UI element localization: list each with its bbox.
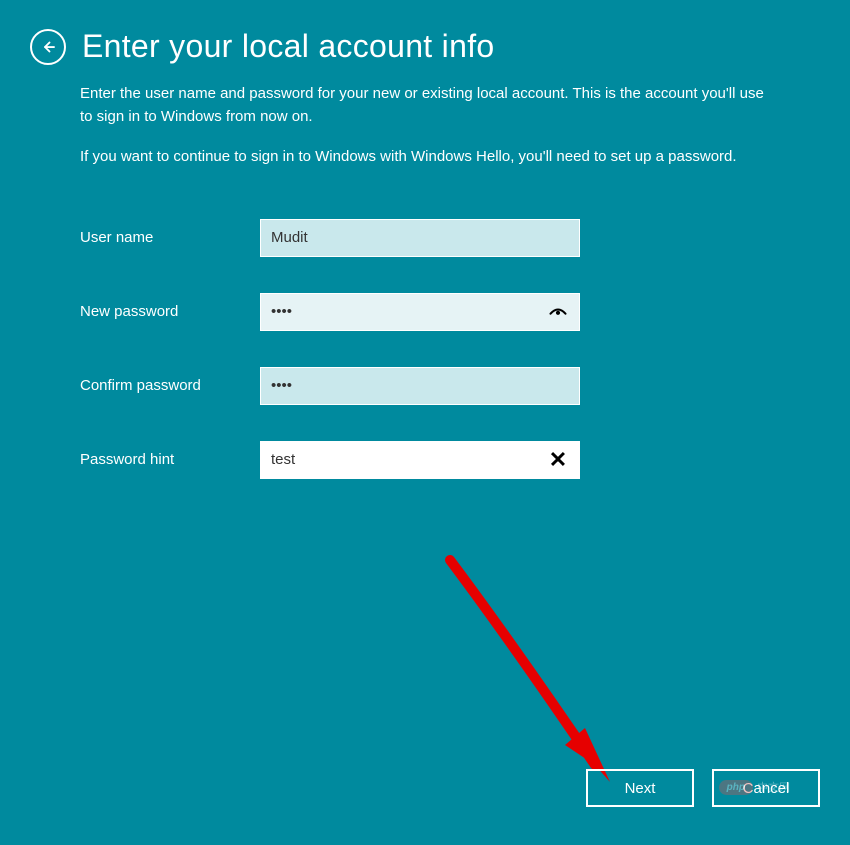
watermark: php 中文网 [719, 779, 790, 795]
hint-label: Password hint [80, 451, 260, 468]
hint-input[interactable] [260, 441, 580, 479]
back-arrow-icon [39, 38, 57, 56]
confirmpassword-label: Confirm password [80, 377, 260, 394]
reveal-password-button[interactable] [544, 298, 572, 326]
close-icon: ✕ [549, 449, 567, 471]
username-row: User name [80, 219, 770, 257]
confirmpassword-input[interactable] [260, 367, 580, 405]
username-label: User name [80, 229, 260, 246]
newpassword-row: New password [80, 293, 770, 331]
page-title: Enter your local account info [82, 28, 494, 65]
description-paragraph-1: Enter the user name and password for you… [80, 83, 770, 128]
newpassword-label: New password [80, 303, 260, 320]
watermark-text: 中文网 [757, 779, 790, 795]
description-paragraph-2: If you want to continue to sign in to Wi… [80, 146, 770, 169]
hint-row: Password hint ✕ [80, 441, 770, 479]
next-button[interactable]: Next [586, 769, 694, 807]
account-form: User name New password Confirm password [80, 219, 770, 479]
watermark-badge: php [719, 780, 753, 795]
back-button[interactable] [30, 29, 66, 65]
confirmpassword-row: Confirm password [80, 367, 770, 405]
eye-icon [548, 302, 568, 322]
username-input[interactable] [260, 219, 580, 257]
clear-hint-button[interactable]: ✕ [544, 446, 572, 474]
newpassword-input[interactable] [260, 293, 580, 331]
